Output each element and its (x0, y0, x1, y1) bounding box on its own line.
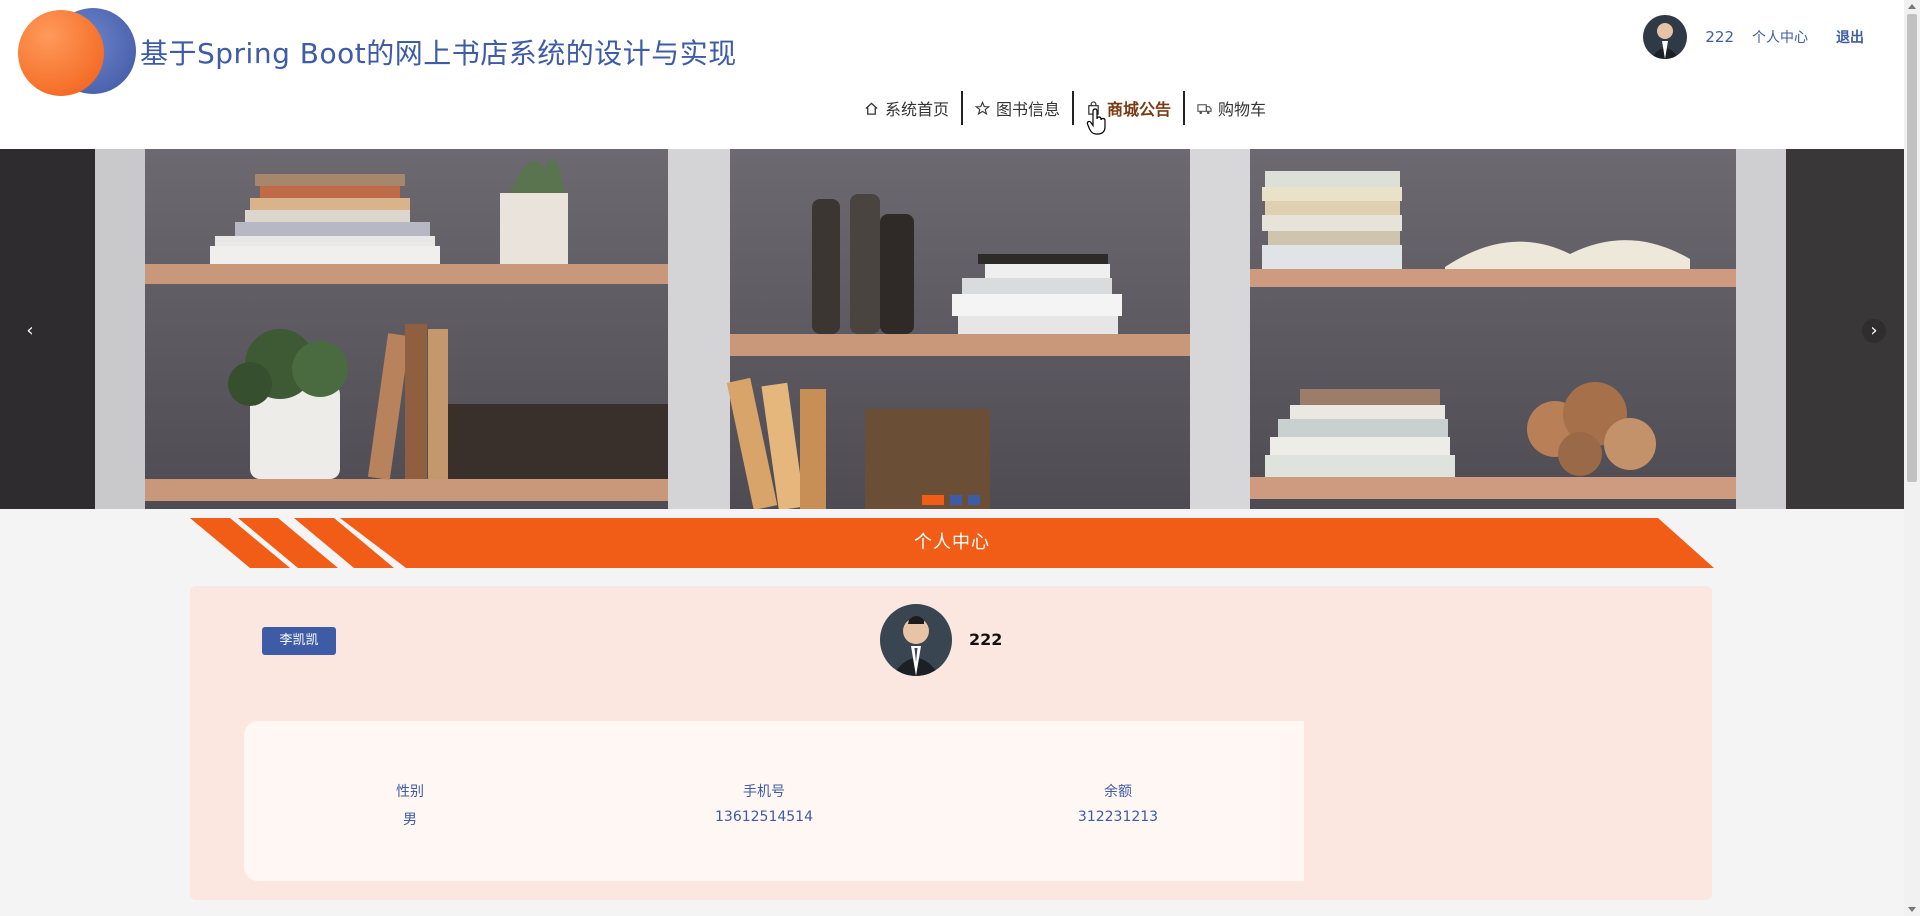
nav-item-books[interactable]: 图书信息 (963, 91, 1072, 125)
nav-item-label: 系统首页 (885, 100, 950, 119)
section-header: 个人中心 (190, 518, 1714, 568)
truck-icon (1197, 103, 1212, 114)
profile-card: 李凯凯 222 性别 男 手机号 13612514514 余额 31223121… (190, 586, 1712, 900)
profile-info-panel: 性别 男 手机号 13612514514 余额 312231213 (244, 721, 1304, 881)
hand-cursor-icon (1086, 108, 1106, 135)
carousel-next-button[interactable]: › (1862, 319, 1886, 343)
info-value: 13612514514 (715, 809, 813, 825)
scrollbar-thumb[interactable] (1907, 14, 1917, 482)
avatar-portrait-icon (1643, 15, 1688, 59)
main-nav: 系统首页 图书信息 商城公告 购物车 (852, 88, 1278, 128)
page: 基于Spring Boot的网上书店系统的设计与实现 222 个人中心 退出 系… (0, 0, 1904, 916)
info-field-phone: 手机号 13612514514 (664, 781, 864, 825)
info-value: 男 (403, 812, 417, 828)
star-icon (975, 100, 991, 115)
user-area: 222 个人中心 退出 (1643, 14, 1864, 60)
profile-username: 222 (969, 630, 1003, 649)
personal-center-link[interactable]: 个人中心 (1752, 27, 1808, 47)
logo-orange-circle (18, 10, 104, 96)
role-badge: 李凯凯 (262, 627, 336, 655)
info-field-balance: 余额 312231213 (1018, 781, 1218, 825)
nav-item-label: 图书信息 (996, 100, 1061, 119)
carousel-prev-button[interactable]: ‹ (18, 319, 42, 343)
carousel-dot[interactable] (968, 495, 980, 505)
header: 基于Spring Boot的网上书店系统的设计与实现 222 个人中心 退出 系… (0, 0, 1904, 149)
logout-link[interactable]: 退出 (1836, 27, 1864, 47)
site-logo[interactable] (18, 8, 136, 96)
page-scrollbar[interactable] (1904, 0, 1920, 916)
section-title: 个人中心 (914, 532, 990, 553)
hero-carousel[interactable]: ‹ › (0, 149, 1904, 509)
site-title: 基于Spring Boot的网上书店系统的设计与实现 (140, 37, 737, 70)
info-label: 手机号 (743, 784, 785, 800)
home-icon (865, 101, 878, 115)
carousel-dot[interactable] (922, 495, 944, 505)
scroll-down-arrow-icon[interactable] (1908, 907, 1916, 912)
info-label: 性别 (396, 784, 424, 800)
carousel-indicators (922, 495, 980, 505)
profile-avatar[interactable] (880, 604, 952, 676)
carousel-dot[interactable] (950, 495, 962, 505)
info-value: 312231213 (1077, 809, 1159, 825)
info-field-gender: 性别 男 (310, 781, 510, 829)
nav-item-cart[interactable]: 购物车 (1185, 91, 1278, 125)
scroll-up-arrow-icon[interactable] (1908, 4, 1916, 9)
user-avatar[interactable] (1643, 15, 1688, 59)
nav-item-label: 购物车 (1218, 100, 1267, 119)
nav-item-home[interactable]: 系统首页 (852, 91, 961, 125)
header-username[interactable]: 222 (1705, 28, 1734, 46)
avatar-portrait-icon (880, 604, 952, 676)
bookshelf-banner-image (0, 149, 1904, 509)
info-label: 余额 (1104, 784, 1132, 800)
nav-item-label: 商城公告 (1107, 100, 1172, 119)
